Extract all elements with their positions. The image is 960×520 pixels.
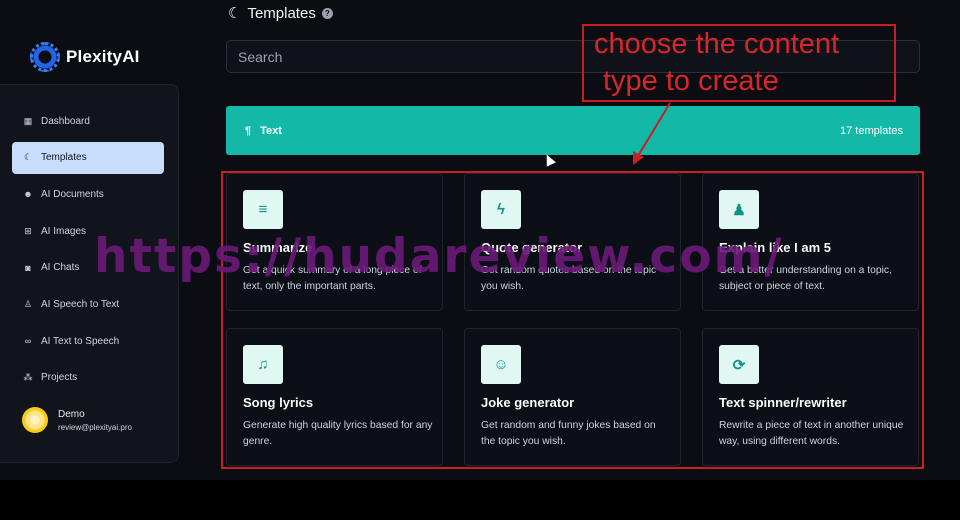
watermark-text: https://hudareview.com/: [94, 229, 784, 284]
